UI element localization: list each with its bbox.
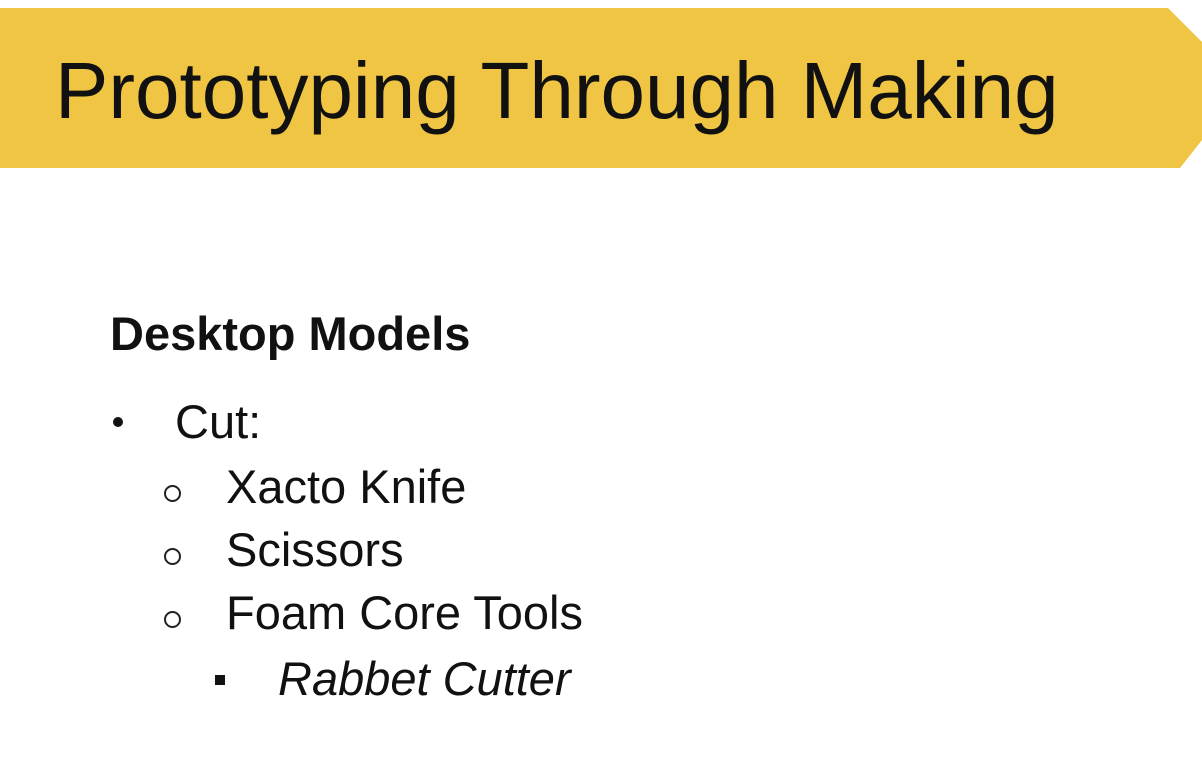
- bullet-label: Rabbet Cutter: [278, 652, 571, 705]
- section-heading: Desktop Models: [110, 307, 471, 360]
- slide-title: Prototyping Through Making: [55, 46, 1059, 135]
- bullet-square-icon: [215, 675, 225, 685]
- bullet-label: Scissors: [226, 523, 404, 576]
- bullet-circle-icon: [164, 485, 181, 502]
- bullet-circle-icon: [164, 548, 181, 565]
- slide: Prototyping Through Making Desktop Model…: [0, 0, 1202, 766]
- bullet-circle-icon: [164, 611, 181, 628]
- bullet-disc-icon: [113, 417, 123, 427]
- bullet-label: Foam Core Tools: [226, 586, 583, 639]
- bullet-label: Cut:: [175, 395, 262, 448]
- bullet-label: Xacto Knife: [226, 460, 467, 513]
